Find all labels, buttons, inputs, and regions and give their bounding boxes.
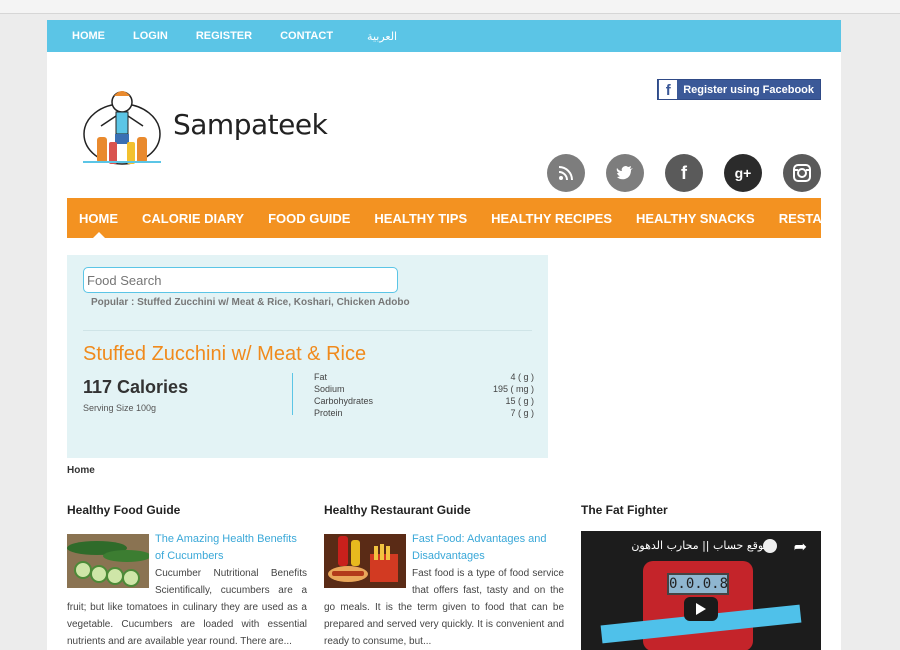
logo-text: Sampateek bbox=[173, 107, 328, 141]
calorie-count: 117 Calories bbox=[83, 377, 189, 397]
nutrient-name: Protein bbox=[314, 408, 343, 418]
nav-restaurants[interactable]: RESTAURANTS bbox=[767, 211, 841, 226]
nutrient-row: Carbohydrates 15 ( g ) bbox=[314, 395, 534, 407]
divider bbox=[83, 330, 532, 331]
active-nav-indicator bbox=[92, 232, 106, 239]
facebook-icon: f bbox=[659, 80, 678, 99]
serving-size: Serving Size 100g bbox=[83, 403, 157, 413]
breadcrumb[interactable]: Home bbox=[67, 465, 95, 476]
main-navigation: HOME CALORIE DIARY FOOD GUIDE HEALTHY TI… bbox=[67, 198, 841, 239]
healthy-restaurant-guide-column: Healthy Restaurant Guide Fast Food: Adva… bbox=[324, 503, 564, 650]
share-icon[interactable]: ➦ bbox=[794, 537, 807, 557]
healthy-food-guide-column: Healthy Food Guide The Amazing Health Be… bbox=[67, 503, 307, 650]
column-heading: The Fat Fighter bbox=[581, 503, 668, 517]
browser-chrome-strip bbox=[0, 0, 900, 14]
nutrient-row: Fat 4 ( g ) bbox=[314, 371, 534, 383]
page: HOME LOGIN REGISTER CONTACT العربية Samp… bbox=[47, 20, 841, 650]
topnav-contact[interactable]: CONTACT bbox=[280, 30, 333, 42]
logo-mascot-icon bbox=[83, 91, 161, 165]
topnav-register[interactable]: REGISTER bbox=[196, 30, 252, 42]
register-facebook-label: Register using Facebook bbox=[683, 83, 814, 96]
popular-foods[interactable]: Popular : Stuffed Zucchini w/ Meat & Ric… bbox=[91, 297, 410, 308]
column-heading: Healthy Food Guide bbox=[67, 503, 181, 517]
food-title[interactable]: Stuffed Zucchini w/ Meat & Rice bbox=[83, 343, 366, 366]
nutrient-value: 4 ( g ) bbox=[510, 372, 534, 382]
nutrient-value: 7 ( g ) bbox=[510, 408, 534, 418]
play-button[interactable] bbox=[684, 597, 718, 621]
twitter-icon[interactable] bbox=[606, 154, 644, 192]
fat-fighter-column: The Fat Fighter 0.0.0.8 موقع حساب || محا… bbox=[581, 503, 821, 650]
scale-display: 0.0.0.8 bbox=[667, 573, 729, 595]
nav-healthy-recipes[interactable]: HEALTHY RECIPES bbox=[479, 211, 624, 226]
rss-icon[interactable] bbox=[547, 154, 585, 192]
nav-food-guide[interactable]: FOOD GUIDE bbox=[256, 211, 362, 226]
nutrient-name: Carbohydrates bbox=[314, 396, 374, 406]
nav-healthy-tips[interactable]: HEALTHY TIPS bbox=[362, 211, 479, 226]
topnav-login[interactable]: LOGIN bbox=[133, 30, 168, 42]
top-navigation: HOME LOGIN REGISTER CONTACT العربية bbox=[47, 20, 841, 52]
play-icon bbox=[696, 603, 706, 615]
topnav-arabic[interactable]: العربية bbox=[367, 30, 397, 43]
video-player[interactable]: 0.0.0.8 موقع حساب || محارب الدهون. ➦ bbox=[581, 531, 821, 650]
nutrient-name: Fat bbox=[314, 372, 328, 382]
instagram-icon[interactable] bbox=[783, 154, 821, 192]
topnav-home[interactable]: HOME bbox=[72, 30, 105, 42]
facebook-social-icon[interactable]: f bbox=[665, 154, 703, 192]
nutrient-value: 195 ( mg ) bbox=[492, 384, 534, 394]
vertical-divider bbox=[292, 373, 293, 415]
fast-food-thumbnail[interactable] bbox=[324, 534, 406, 588]
site-header: Sampateek f Register using Facebook f g+ bbox=[47, 52, 841, 198]
nutrient-name: Sodium bbox=[314, 384, 345, 394]
nav-healthy-snacks[interactable]: HEALTHY SNACKS bbox=[624, 211, 767, 226]
column-heading: Healthy Restaurant Guide bbox=[324, 503, 471, 517]
register-facebook-button[interactable]: f Register using Facebook bbox=[657, 79, 821, 100]
nutrient-table: Fat 4 ( g ) Sodium 195 ( mg ) Carbohydrate… bbox=[314, 371, 534, 419]
site-logo[interactable]: Sampateek bbox=[79, 82, 328, 166]
nutrient-row: Sodium 195 ( mg ) bbox=[314, 383, 534, 395]
social-icons: f g+ bbox=[526, 154, 821, 192]
nav-home[interactable]: HOME bbox=[67, 211, 130, 226]
watch-later-icon[interactable] bbox=[763, 539, 777, 553]
nav-calorie-diary[interactable]: CALORIE DIARY bbox=[130, 211, 256, 226]
food-search-input[interactable] bbox=[83, 267, 398, 293]
video-title[interactable]: موقع حساب || محارب الدهون. bbox=[631, 539, 773, 552]
food-search-panel: Popular : Stuffed Zucchini w/ Meat & Ric… bbox=[67, 255, 548, 458]
google-plus-icon[interactable]: g+ bbox=[724, 154, 762, 192]
nutrient-row: Protein 7 ( g ) bbox=[314, 407, 534, 419]
cucumber-thumbnail[interactable] bbox=[67, 534, 149, 588]
nutrient-value: 15 ( g ) bbox=[505, 396, 534, 406]
